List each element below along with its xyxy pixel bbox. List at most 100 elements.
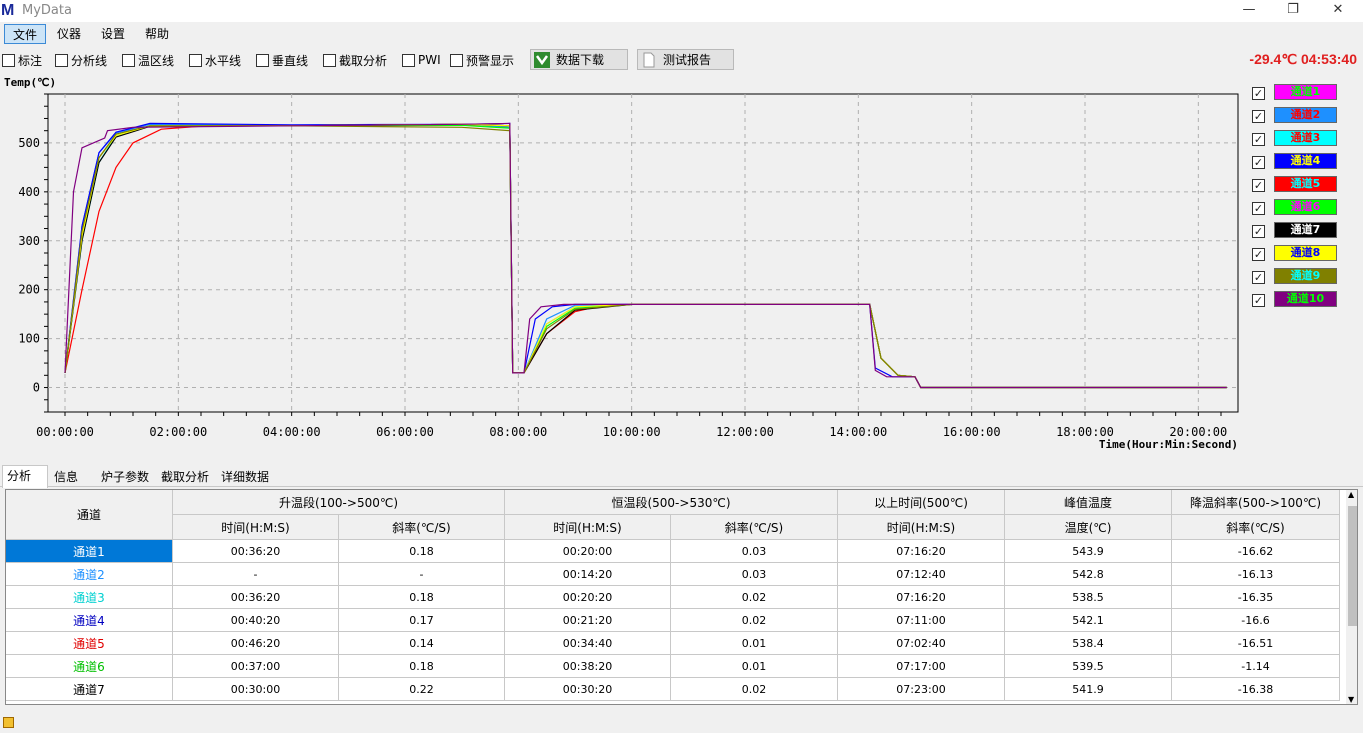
temperature-chart[interactable]: 0 100 200 300 400 500 00:00:00 02:00:00 04:00:00… [0,72,1250,462]
legend-checkbox[interactable]: ✓ [1252,225,1265,238]
legend-item-1[interactable]: ✓ 通道1 [1250,84,1350,102]
sub-header: 斜率(℃/S) [339,515,505,540]
lock-icon [3,717,14,728]
y-tick-label: 300 [18,234,40,248]
table-cell: 0.03 [671,540,838,563]
toolbar: 标注 分析线 温区线 水平线 垂直线 截取分析 PWI 预警显示 数据下载 测试… [0,46,1363,72]
test-report-button[interactable]: 测试报告 [637,49,734,70]
table-cell: 00:21:20 [505,609,671,632]
x-tick-label: 00:00:00 [36,425,94,439]
legend-item-5[interactable]: ✓ 通道5 [1250,176,1350,194]
y-tick-label: 100 [18,332,40,346]
table-cell: 00:34:40 [505,632,671,655]
pwi-checkbox[interactable]: PWI [402,52,441,68]
legend-checkbox[interactable]: ✓ [1252,133,1265,146]
table-cell: 539.5 [1005,655,1172,678]
menu-settings[interactable]: 设置 [93,24,133,44]
x-tick-label: 08:00:00 [489,425,547,439]
tab-analysis[interactable]: 分析 [2,465,48,488]
x-tick-label: 06:00:00 [376,425,434,439]
legend-item-7[interactable]: ✓ 通道7 [1250,222,1350,240]
data-download-button[interactable]: 数据下载 [530,49,628,70]
table-cell: 0.17 [339,609,505,632]
tab-detailed-data[interactable]: 详细数据 [217,467,273,487]
legend-checkbox[interactable]: ✓ [1252,110,1265,123]
table-cell: -16.13 [1172,563,1340,586]
table-cell: 00:36:20 [173,540,339,563]
table-cell: 542.1 [1005,609,1172,632]
legend-item-8[interactable]: ✓ 通道8 [1250,245,1350,263]
minimize-icon[interactable]: — [1226,0,1272,22]
table-cell: 00:38:20 [505,655,671,678]
close-icon[interactable]: ✕ [1315,0,1361,22]
table-cell: 07:17:00 [838,655,1005,678]
legend-item-9[interactable]: ✓ 通道9 [1250,268,1350,286]
plot-area [47,93,1239,413]
warning-display-checkbox[interactable]: 预警显示 [450,52,514,68]
scroll-down-icon[interactable]: ▼ [1348,695,1354,704]
tab-furnace-params[interactable]: 炉子参数 [97,467,153,487]
table-cell: -16.62 [1172,540,1340,563]
table-row-channel: 通道3 [6,586,173,609]
table-cell: 0.02 [671,586,838,609]
table-cell: 543.9 [1005,540,1172,563]
table-cell: 0.01 [671,632,838,655]
sub-header: 时间(H:M:S) [173,515,339,540]
temperature-time-readout: -29.4℃ 04:53:40 [1249,51,1357,67]
sub-header: 斜率(℃/S) [671,515,838,540]
table-cell: 00:30:00 [173,678,339,701]
tab-capture-analysis[interactable]: 截取分析 [157,467,213,487]
document-icon [643,52,655,67]
y-tick-label: 0 [33,381,40,395]
scroll-up-icon[interactable]: ▲ [1348,490,1354,499]
table-cell: -16.38 [1172,678,1340,701]
table-cell: -1.14 [1172,655,1340,678]
legend-checkbox[interactable]: ✓ [1252,294,1265,307]
legend-item-10[interactable]: ✓ 通道10 [1250,291,1350,309]
label-checkbox[interactable]: 标注 [2,52,42,68]
menu-instrument[interactable]: 仪器 [49,24,89,44]
table-row-channel: 通道2 [6,563,173,586]
legend-item-2[interactable]: ✓ 通道2 [1250,107,1350,125]
capture-analysis-checkbox[interactable]: 截取分析 [323,52,387,68]
restore-icon[interactable]: ❐ [1270,0,1316,22]
x-tick-label: 04:00:00 [263,425,321,439]
table-cell: 0.18 [339,655,505,678]
legend-item-4[interactable]: ✓ 通道4 [1250,153,1350,171]
legend-label: 通道3 [1274,130,1337,146]
table-row-channel: 通道4 [6,609,173,632]
x-tick-label: 14:00:00 [829,425,887,439]
vertical-line-checkbox[interactable]: 垂直线 [256,52,308,68]
legend-checkbox[interactable]: ✓ [1252,179,1265,192]
legend-item-6[interactable]: ✓ 通道6 [1250,199,1350,217]
table-cell: 0.18 [339,586,505,609]
legend-checkbox[interactable]: ✓ [1252,156,1265,169]
legend-label: 通道7 [1274,222,1337,238]
legend-checkbox[interactable]: ✓ [1252,202,1265,215]
bottom-tabs: 分析 信息 炉子参数 截取分析 详细数据 [0,465,1363,488]
status-bar [0,711,1363,733]
legend-checkbox[interactable]: ✓ [1252,248,1265,261]
table-scrollbar[interactable]: ▲ ▼ [1346,490,1357,704]
sub-header: 时间(H:M:S) [505,515,671,540]
table-cell: -16.51 [1172,632,1340,655]
tab-info[interactable]: 信息 [50,467,82,487]
analysis-table: -16.38 541.9 07:23:00 0.02 00:30:20 0.22 00:30… [5,489,1358,705]
horizontal-line-checkbox[interactable]: 水平线 [189,52,241,68]
legend-checkbox[interactable]: ✓ [1252,87,1265,100]
zone-line-checkbox[interactable]: 温区线 [122,52,174,68]
x-tick-label: 02:00:00 [149,425,207,439]
menu-help[interactable]: 帮助 [137,24,177,44]
legend-label: 通道5 [1274,176,1337,192]
legend-item-3[interactable]: ✓ 通道3 [1250,130,1350,148]
menu-file[interactable]: 文件 [4,24,47,44]
table-cell: 00:37:00 [173,655,339,678]
scrollbar-thumb[interactable] [1348,506,1357,626]
y-axis-label: Temp(℃) [4,76,56,89]
table-cell: 00:20:00 [505,540,671,563]
analysis-line-checkbox[interactable]: 分析线 [55,52,107,68]
x-tick-label: 12:00:00 [716,425,774,439]
sub-header: 温度(℃) [1005,515,1172,540]
app-logo: M [1,2,15,19]
legend-checkbox[interactable]: ✓ [1252,271,1265,284]
